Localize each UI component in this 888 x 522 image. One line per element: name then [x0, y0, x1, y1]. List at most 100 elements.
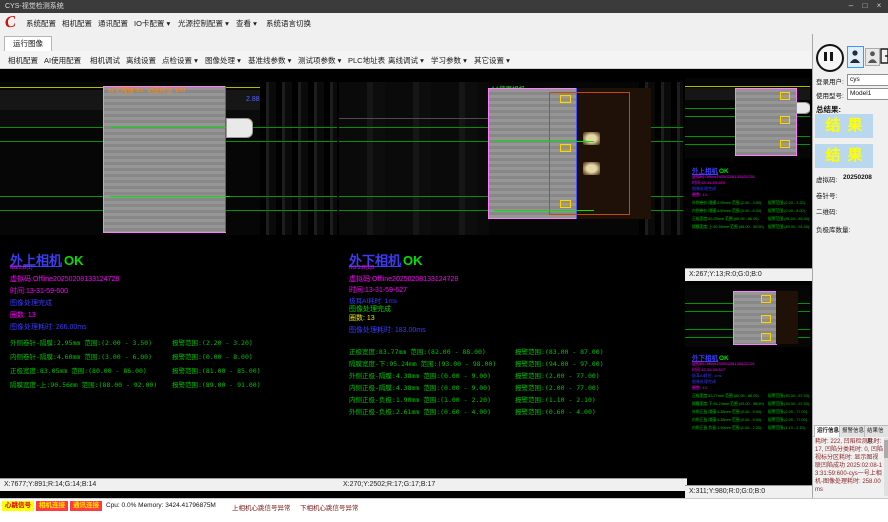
tab-result-info[interactable]: 结果信息	[864, 425, 888, 437]
result-box-1: 结果	[815, 114, 873, 138]
login-user-field[interactable]: cys	[847, 74, 888, 86]
left-measure-line-bright	[110, 196, 230, 197]
tool-test-param[interactable]: 测试项参数 ▾	[298, 55, 341, 66]
tab-run-image[interactable]: 运行图像	[4, 36, 52, 51]
left-time-line: 时间:13-31-59-600	[10, 286, 68, 296]
center-measure-line-bright	[494, 210, 594, 211]
tool-camera-debug[interactable]: 相机调试	[90, 55, 120, 66]
menu-comm-config[interactable]: 通讯配置	[98, 18, 128, 29]
heartbeat-badge: 心跳信号	[2, 501, 34, 511]
center-alarm-range: 报警范围:(2.00 - 77.00)	[515, 382, 600, 392]
menu-language-switch[interactable]: 系统语言切换	[266, 18, 311, 29]
tool-learn-param[interactable]: 学习参数 ▾	[431, 55, 467, 66]
tool-spotcheck-set[interactable]: 点检设置 ▾	[162, 55, 198, 66]
left-code-line: 虚拟码:Offline20250208133124728	[10, 274, 119, 284]
tool-baseline-param[interactable]: 基准线参数 ▾	[248, 55, 291, 66]
user-login-button[interactable]	[847, 46, 864, 68]
tool-ai-config[interactable]: AI使用配置	[44, 55, 81, 66]
info-scrollbar[interactable]	[884, 438, 888, 496]
tool-plc-table[interactable]: PLC地址表	[348, 55, 385, 66]
tab-run-info[interactable]: 运行信息	[814, 425, 842, 437]
app-logo-icon: C	[4, 13, 17, 32]
tool-image-process[interactable]: 图像处理 ▾	[205, 55, 241, 66]
left-camera-result: OK	[64, 253, 84, 268]
center-measure-row: 隔膜宽度-下:95.24mm 范围:(93.00 - 98.00)	[349, 358, 496, 368]
mini-bottom-callout	[761, 333, 771, 341]
left-camera-view[interactable]: 标定阈值:93, 动态阈值:100 2.88	[0, 82, 337, 235]
pause-button[interactable]	[816, 44, 844, 72]
info-scrollbar-thumb[interactable]	[884, 440, 888, 458]
mini-top-callout	[780, 92, 790, 100]
mini-bottom-meas: 隔膜宽度-下:95.24mm 范围:(93.00 - 98.00)	[692, 402, 764, 407]
stock-count-label: 负极库数量:	[816, 224, 850, 234]
menu-camera-config[interactable]: 相机配置	[62, 18, 92, 29]
center-ng-line: NG:2,B(1)0	[349, 265, 374, 271]
lower-camera-warning: 下相机心跳信号异常	[300, 502, 359, 512]
tool-offline-debug[interactable]: 离线调试 ▾	[388, 55, 424, 66]
toolbar: 相机配置 AI使用配置 相机调试 离线设置 点检设置 ▾ 图像处理 ▾ 基准线参…	[0, 51, 812, 69]
center-code-line: 虚拟码:Offline20250208133124728	[349, 274, 458, 284]
user-settings-button[interactable]	[865, 48, 880, 66]
tool-camera-config[interactable]: 相机配置	[8, 55, 38, 66]
center-measure-row: 外侧正极-隔膜:4.38mm 范围:(0.00 - 9.00)	[349, 370, 491, 380]
app-window: CYS-视觉检测系统 – □ × C 系统配置 相机配置 通讯配置 IO卡配置 …	[0, 0, 888, 522]
menu-view[interactable]: 查看 ▾	[236, 18, 257, 29]
center-measure-line-bright	[494, 141, 594, 142]
left-edge-line	[225, 86, 226, 232]
mini-bottom-meas: 内侧正极-负极:1.90mm 范围:(1.00 - 2.20)	[692, 426, 761, 431]
center-camera-view[interactable]: A1使用相机	[339, 82, 683, 235]
left-ng-line: NG:2,B(1)	[10, 265, 33, 271]
tool-offline-set[interactable]: 离线设置	[126, 55, 156, 66]
left-done-line: 图像处理完成	[10, 298, 52, 308]
mini-top-camera-view[interactable]	[685, 78, 810, 158]
upper-camera-warning: 上相机心跳信号异常	[232, 502, 291, 512]
mini-top-callout	[780, 116, 790, 124]
mini-top-callout	[780, 140, 790, 148]
left-blue-annotation: 2.88	[246, 96, 260, 103]
mini-bottom-camera-view[interactable]	[685, 285, 810, 347]
center-turns-line: 圈数: 13	[349, 313, 375, 323]
minimize-button[interactable]: –	[844, 0, 858, 13]
center-camera-result: OK	[403, 253, 423, 268]
center-measure-row: 内侧正极-负极:1.90mm 范围:(1.00 - 2.20)	[349, 394, 491, 404]
mini-bottom-turns: 圈数: 13	[692, 385, 707, 391]
title-bar: CYS-视觉检测系统 – □ ×	[0, 0, 888, 13]
center-measure-row: 内侧正极-隔膜:4.38mm 范围:(0.00 - 9.00)	[349, 382, 491, 392]
left-measure-row: 内侧卷针-隔膜:4.60mm 范围:(3.00 - 6.00)	[10, 351, 152, 361]
mini-top-turns: 圈数: 13	[692, 192, 707, 198]
tool-other-set[interactable]: 其它设置 ▾	[474, 55, 510, 66]
center-elapsed-line: 图像处理耗时: 183.00ms	[349, 325, 426, 335]
tab-alarm-info[interactable]: 报警信息	[839, 425, 867, 437]
model-field[interactable]: Model1	[847, 88, 888, 100]
sidebar: 登录用户: cys 使用型号: Model1 总结果: 结果 结果 虚拟码: 2…	[812, 34, 888, 498]
center-measure-row: 外侧正极-负极:2.61mm 范围:(0.60 - 4.00)	[349, 406, 491, 416]
mini-top-meas: 外侧卷针-隔膜:2.95mm 范围:(2.00 - 3.50)	[692, 201, 761, 206]
center-alarm-range: 报警范围:(94.00 - 97.00)	[515, 358, 604, 368]
left-measure-line-bright	[110, 127, 230, 128]
menu-system-config[interactable]: 系统配置	[26, 18, 56, 29]
left-measure-row: 隔膜宽度-上:90.56mm 范围:(88.00 - 92.00)	[10, 379, 157, 389]
mini-bottom-dark-region	[776, 291, 798, 344]
mini-bottom-alarm: 报警范围:(94.00 - 97.00)	[768, 402, 809, 407]
mini-bottom-meas: 外侧正极-隔膜:4.38mm 范围:(0.00 - 9.00)	[692, 410, 761, 415]
login-user-label: 登录用户:	[816, 76, 844, 86]
left-cell-region	[103, 86, 226, 233]
mini-top-meas: 隔膜宽度-上:90.56mm 范围:(88.00 - 92.00)	[692, 225, 764, 230]
center-callout-marker	[560, 200, 571, 208]
left-alarm-range: 报警范围:(0.00 - 8.00)	[172, 351, 253, 361]
menu-io-config[interactable]: IO卡配置 ▾	[134, 18, 170, 29]
center-callout-marker	[560, 95, 571, 103]
close-button[interactable]: ×	[872, 0, 886, 13]
maximize-button[interactable]: □	[858, 0, 872, 13]
menu-bar: C 系统配置 相机配置 通讯配置 IO卡配置 ▾ 光源控制配置 ▾ 查看 ▾ 系…	[0, 13, 888, 35]
pause-icon	[824, 52, 827, 61]
mini-top-alarm: 报警范围:(2.20 - 3.20)	[768, 201, 805, 206]
mini-top-meas: 内侧卷针-隔膜:4.60mm 范围:(3.00 - 6.00)	[692, 209, 761, 214]
center-alarm-range: 报警范围:(2.00 - 77.00)	[515, 370, 600, 380]
mini-top-yellow-line	[685, 86, 810, 87]
logout-button[interactable]	[880, 48, 888, 64]
tab-strip: 运行图像	[0, 34, 812, 52]
mini-bottom-alarm: 报警范围:(1.10 - 2.10)	[768, 426, 805, 431]
center-callout-marker	[560, 144, 571, 152]
menu-light-config[interactable]: 光源控制配置 ▾	[178, 18, 229, 29]
